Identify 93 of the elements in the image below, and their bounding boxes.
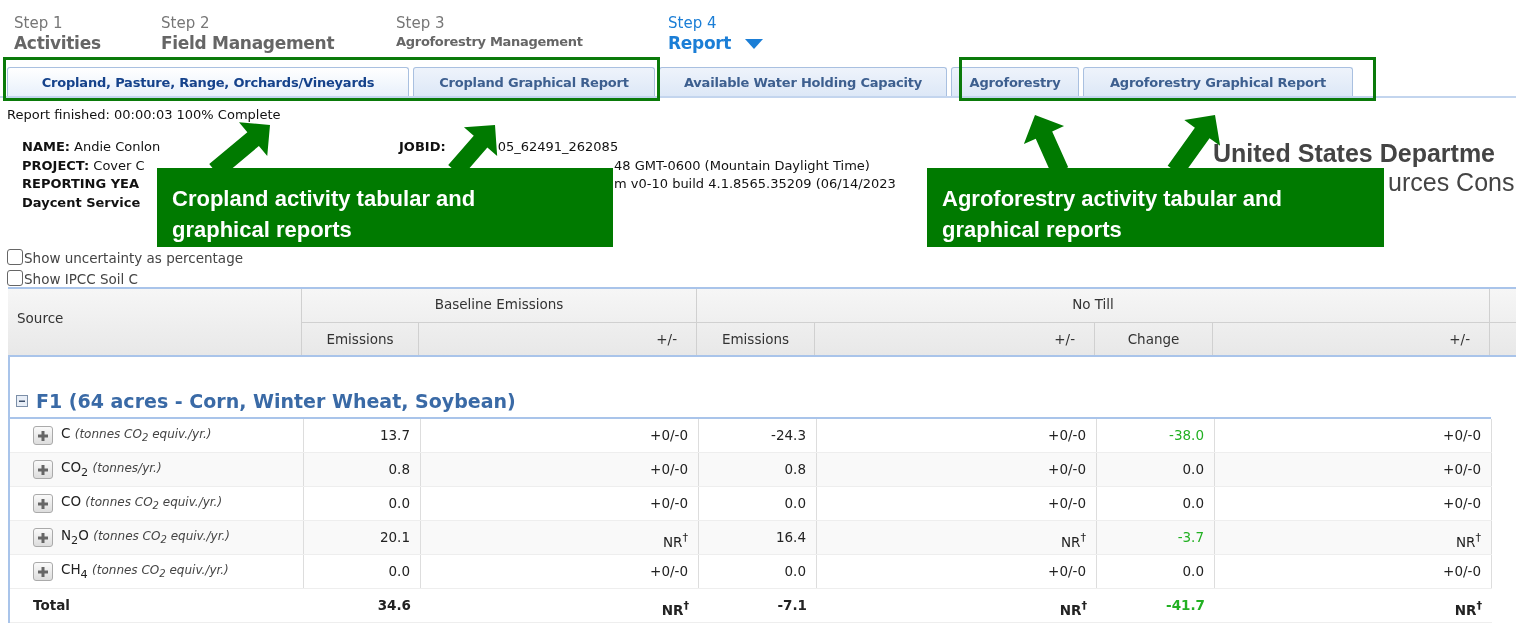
step-title: Activities — [14, 33, 102, 54]
table-cell: 0.0 — [1097, 453, 1215, 486]
report-info-line: Daycent Service — [22, 193, 141, 212]
step-title: Agroforestry Management — [396, 33, 584, 50]
table-cell: +0/-0 — [817, 453, 1097, 486]
agency-name: urces Cons — [1388, 167, 1515, 197]
report-info-line: 48 GMT-0600 (Mountain Daylight Time) — [613, 156, 870, 175]
table-cell: 13.7 — [304, 419, 421, 452]
report-tab[interactable]: Agroforestry — [951, 67, 1079, 96]
table-cell: -3.7 — [1097, 521, 1215, 554]
plus-icon — [37, 497, 49, 510]
table-cell-text: N$_{2}$O (tonnes CO$_{2}$ equiv./yr.) — [61, 525, 230, 549]
table-cell-text: CO$_{2}$ (tonnes/yr.) — [61, 457, 162, 481]
step-title: Field Management — [161, 33, 336, 54]
wizard-step[interactable]: Step 4 Report — [668, 14, 764, 58]
table-cell: +0/-0 — [817, 487, 1097, 520]
collapse-icon[interactable] — [16, 395, 28, 407]
table-cell: +0/-0 — [421, 487, 699, 520]
table-cell-text: NR$^{†}$ — [1453, 598, 1483, 620]
table-cell-text: NR$^{†}$ — [1058, 598, 1088, 620]
report-info-line: PROJECT: Cover C — [22, 156, 145, 175]
agency-name: United States Departme — [1213, 139, 1497, 167]
report-info-line: REPORTING YEA — [22, 175, 140, 193]
column-header: Emissions — [697, 322, 815, 355]
column-group-header: No Till — [697, 289, 1490, 322]
report-tab[interactable]: Available Water Holding Capacity — [659, 67, 947, 96]
table-cell: 0.0 — [304, 555, 421, 588]
table-cell-text: CH$_{4}$ (tonnes CO$_{2}$ equiv./yr.) — [61, 559, 229, 583]
table-cell-text: -7.1 — [776, 596, 808, 615]
table-cell-text: C (tonnes CO$_{2}$ equiv./yr.) — [61, 423, 212, 446]
table-cell: NR$^{†}$ — [817, 521, 1097, 554]
expand-button[interactable] — [33, 562, 53, 581]
wizard-step[interactable]: Step 3 Agroforestry Management — [396, 14, 668, 58]
column-header: Change — [1095, 322, 1213, 355]
table-cell-text: 34.6 — [376, 596, 412, 615]
column-header: +/- — [815, 322, 1095, 355]
report-info-line: JOBID: 05_62491_262085 — [399, 138, 619, 156]
wizard-step[interactable]: Step 2 Field Management — [161, 14, 396, 58]
table-cell: +0/-0 — [1215, 419, 1492, 452]
report-tab[interactable]: Cropland, Pasture, Range, Orchards/Vineyards — [7, 67, 409, 96]
field-heading: F1 (64 acres - Corn, Winter Wheat, Soybean) — [36, 390, 516, 412]
table-cell: NR$^{†}$ — [421, 521, 699, 554]
plus-icon — [37, 429, 49, 442]
report-status: Report finished: 00:00:03 100% Complete — [6, 106, 282, 124]
table-cell: 0.0 — [699, 555, 817, 588]
plus-icon — [37, 463, 49, 476]
table-cell-text: Total — [33, 596, 70, 615]
column-group-header: Baseline Emissions — [302, 289, 697, 322]
table-cell: +0/-0 — [817, 555, 1097, 588]
table-cell-text: -41.7 — [1165, 596, 1206, 615]
callout: Agroforestry activity tabular and graphical reports — [927, 168, 1384, 247]
report-tab[interactable]: Agroforestry Graphical Report — [1083, 67, 1353, 96]
plus-icon — [37, 531, 49, 544]
table-cell: 0.8 — [304, 453, 421, 486]
table-cell: 20.1 — [304, 521, 421, 554]
expand-button[interactable] — [33, 426, 53, 445]
table-cell: +0/-0 — [1215, 453, 1492, 486]
checkbox[interactable] — [7, 270, 23, 286]
table-cell: +0/-0 — [817, 419, 1097, 452]
callout: Cropland activity tabular and graphical reports — [157, 168, 613, 247]
expand-button[interactable] — [33, 460, 53, 479]
table-cell: -38.0 — [1097, 419, 1215, 452]
table-cell: 0.0 — [1097, 487, 1215, 520]
caret-icon — [745, 39, 764, 49]
step-title: Report — [668, 33, 764, 54]
column-header: +/- — [1213, 322, 1490, 355]
table-cell: -24.3 — [699, 419, 817, 452]
table-cell: 0.0 — [699, 487, 817, 520]
report-info-line: m v0-10 build 4.1.8565.35209 (06/14/2023 — [613, 175, 896, 193]
table-cell: 0.0 — [1097, 555, 1215, 588]
table-cell: NR$^{†}$ — [1215, 521, 1492, 554]
table-cell: 0.8 — [699, 453, 817, 486]
column-header: Emissions — [302, 322, 419, 355]
table-cell: 0.0 — [304, 487, 421, 520]
table-cell: +0/-0 — [421, 419, 699, 452]
table-cell-text: NR$^{†}$ — [660, 598, 690, 620]
table-cell: +0/-0 — [1215, 487, 1492, 520]
expand-button[interactable] — [33, 528, 53, 547]
plus-icon — [37, 565, 49, 578]
checkbox-label: Show IPCC Soil C — [24, 271, 139, 287]
report-info-line: NAME: Andie Conlon — [22, 138, 161, 156]
table-cell: +0/-0 — [421, 453, 699, 486]
column-header: +/- — [419, 322, 697, 355]
table-cell: 16.4 — [699, 521, 817, 554]
checkbox-label: Show uncertainty as percentage — [24, 250, 243, 267]
table-cell: +0/-0 — [421, 555, 699, 588]
column-header: Source — [8, 289, 302, 355]
table-cell: +0/-0 — [1215, 555, 1492, 588]
checkbox[interactable] — [7, 249, 23, 266]
report-tab[interactable]: Cropland Graphical Report — [413, 67, 655, 96]
wizard-step[interactable]: Step 1 Activities — [14, 14, 161, 58]
expand-button[interactable] — [33, 494, 53, 513]
table-cell-text: CO (tonnes CO$_{2}$ equiv./yr.) — [61, 491, 223, 514]
